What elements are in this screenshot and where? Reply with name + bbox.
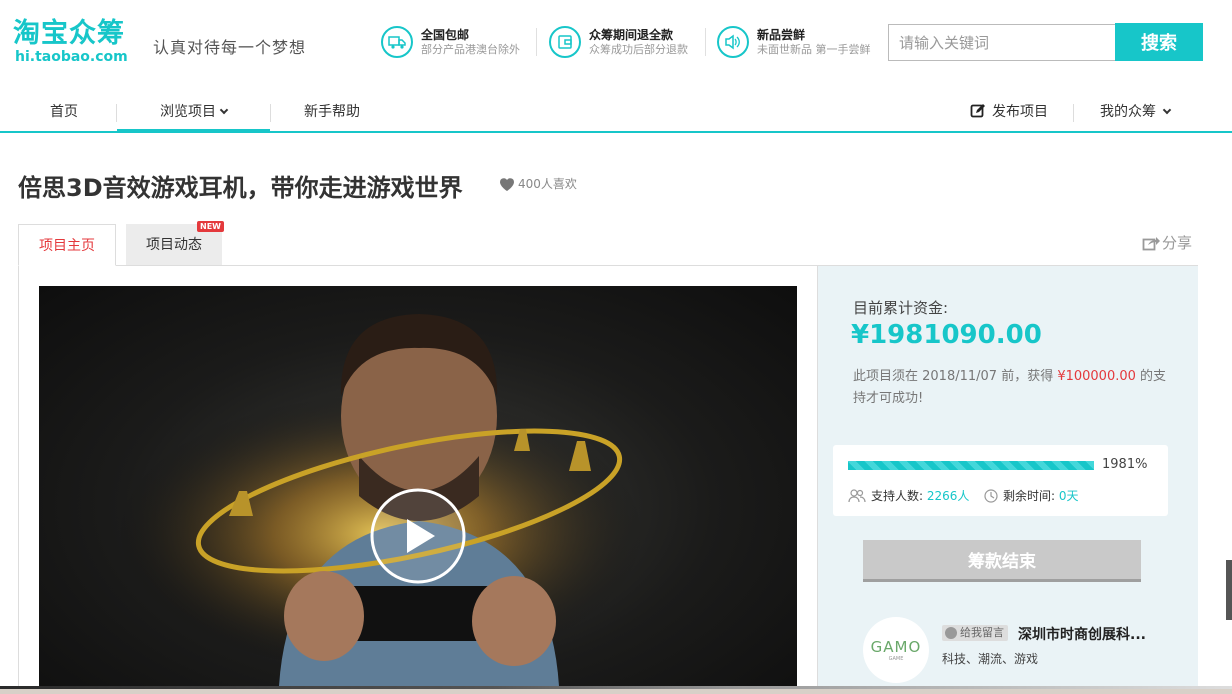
logo-url: hi.taobao.com xyxy=(15,49,128,65)
divider xyxy=(270,104,271,122)
nav-browse-label: 浏览项目 xyxy=(160,104,216,120)
remaining-value: 0天 xyxy=(1058,489,1079,503)
nav-browse[interactable]: 浏览项目 xyxy=(117,94,270,132)
promo-title: 新品尝鲜 xyxy=(757,27,806,42)
heart-icon xyxy=(500,177,514,191)
chevron-down-icon xyxy=(1162,105,1172,115)
nav-help[interactable]: 新手帮助 xyxy=(292,94,372,131)
divider xyxy=(705,28,706,56)
message-icon xyxy=(945,627,957,639)
chevron-down-icon xyxy=(219,105,229,115)
funding-ended-button[interactable]: 筹款结束 xyxy=(863,540,1141,582)
search-input[interactable] xyxy=(888,24,1116,61)
speaker-icon xyxy=(717,26,749,58)
avatar-logo-text: GAMO xyxy=(870,638,922,656)
rule-prefix: 此项目须在 2018/11/07 前，获得 xyxy=(853,369,1058,384)
promo-title: 全国包邮 xyxy=(421,27,470,42)
new-badge: NEW xyxy=(197,221,224,232)
bottom-edge xyxy=(0,686,1232,694)
like-button[interactable]: 400人喜欢 xyxy=(498,175,577,192)
remaining-label: 剩余时间: xyxy=(1003,489,1056,503)
project-title: 倍思3D音效游戏耳机，带你走进游戏世界 xyxy=(18,174,463,202)
divider xyxy=(1073,104,1074,122)
progress-bar xyxy=(848,461,1094,470)
funding-amount: ¥1981090.00 xyxy=(851,320,1042,350)
avatar-logo-sub: GAME xyxy=(888,656,904,662)
truck-icon xyxy=(381,26,413,58)
promo-new-products: 新品尝鲜 未面世新品 第一手尝鲜 xyxy=(717,24,871,60)
site-logo[interactable]: 淘宝众筹 hi.taobao.com xyxy=(13,18,128,64)
sponsor-company[interactable]: 深圳市时商创展科... xyxy=(1018,624,1146,644)
clock-icon xyxy=(984,488,998,503)
promo-free-shipping: 全国包邮 部分产品港澳台除外 xyxy=(381,24,520,60)
share-label: 分享 xyxy=(1162,234,1193,252)
wallet-icon xyxy=(549,26,581,58)
share-icon xyxy=(1142,236,1160,250)
supporters-count: 2266人 xyxy=(926,489,970,503)
project-video[interactable] xyxy=(39,286,797,686)
search-button[interactable]: 搜索 xyxy=(1115,23,1203,61)
share-button[interactable]: 分享 xyxy=(1142,232,1192,253)
divider xyxy=(536,28,537,56)
supporters-stat: 支持人数: 2266人 xyxy=(848,487,969,504)
people-icon xyxy=(848,488,866,502)
progress-percent: 1981% xyxy=(1102,457,1148,472)
nav-home[interactable]: 首页 xyxy=(34,94,94,131)
slogan: 认真对待每一个梦想 xyxy=(153,38,307,57)
nav-my-crowdfunding[interactable]: 我的众筹 xyxy=(1090,94,1180,131)
remaining-stat: 剩余时间: 0天 xyxy=(984,487,1079,504)
logo-text: 淘宝众筹 xyxy=(13,18,125,49)
funding-goal: ¥100000.00 xyxy=(1057,369,1136,384)
sponsor-tags: 科技、潮流、游戏 xyxy=(942,652,1039,666)
leave-message-label: 给我留言 xyxy=(960,626,1004,639)
edit-icon xyxy=(970,104,985,118)
nav-mine-label: 我的众筹 xyxy=(1100,104,1156,120)
sponsor-avatar[interactable]: GAMO GAME xyxy=(863,617,929,683)
promo-sub: 部分产品港澳台除外 xyxy=(421,42,520,56)
promo-title: 众筹期间退全款 xyxy=(589,27,674,42)
funding-rule: 此项目须在 2018/11/07 前，获得 ¥100000.00 的支持才可成功… xyxy=(853,366,1175,410)
likes-count: 400人喜欢 xyxy=(518,177,577,191)
funding-label: 目前累计资金: xyxy=(853,299,949,317)
progress-card: 1981% 支持人数: 2266人 剩余时间: 0天 xyxy=(833,445,1168,516)
main-nav: 首页 浏览项目 新手帮助 发布项目 我的众筹 xyxy=(0,94,1232,133)
progress-bar-fill xyxy=(848,461,1094,470)
video-poster-image xyxy=(39,286,797,686)
nav-publish-label: 发布项目 xyxy=(992,104,1048,120)
scrollbar[interactable] xyxy=(1226,560,1232,620)
supporters-label: 支持人数: xyxy=(871,489,924,503)
tab-project-home[interactable]: 项目主页 xyxy=(18,224,116,266)
page: 淘宝众筹 hi.taobao.com 认真对待每一个梦想 全国包邮 部分产品港澳… xyxy=(0,0,1232,694)
nav-publish[interactable]: 发布项目 xyxy=(964,94,1054,131)
promo-sub: 未面世新品 第一手尝鲜 xyxy=(757,42,871,56)
leave-message-button[interactable]: 给我留言 xyxy=(942,625,1008,641)
promo-refund: 众筹期间退全款 众筹成功后部分退款 xyxy=(549,24,688,60)
promo-sub: 众筹成功后部分退款 xyxy=(589,42,688,56)
